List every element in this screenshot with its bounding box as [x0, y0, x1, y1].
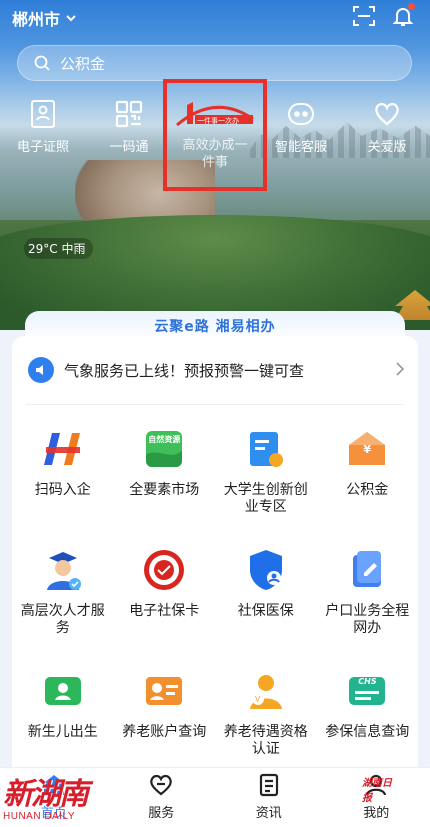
nav-label: 资讯	[255, 806, 282, 821]
nav-news[interactable]: 资讯	[215, 768, 323, 827]
city-label: 郴州市	[12, 10, 61, 29]
service-label: 养老待遇资格认证	[223, 724, 308, 757]
service-student-startup[interactable]: 大学生创新创业专区	[215, 426, 317, 547]
service-all-factor-market[interactable]: 自然资源 全要素市场	[114, 426, 216, 547]
social-security-card-icon	[141, 547, 187, 593]
service-housing-fund[interactable]: ¥ 公积金	[317, 426, 419, 547]
badge-text: 自然资源	[148, 435, 181, 444]
pension-qualification-icon: V	[243, 668, 289, 714]
service-icon	[148, 772, 174, 798]
talent-icon	[40, 547, 86, 593]
pension-account-icon	[141, 668, 187, 714]
badge-text: ¥	[363, 443, 372, 456]
notice-text: 气象服务已上线！预报预警一键可查	[64, 361, 305, 380]
insurance-info-icon: CHS	[344, 668, 390, 714]
service-label: 电子社保卡	[129, 603, 200, 619]
service-label: 大学生创新创业专区	[223, 482, 308, 515]
service-label: 养老账户查询	[122, 724, 207, 740]
nav-label: 首页	[40, 806, 67, 821]
bottom-nav: 首页 服务 资讯 我的	[0, 767, 430, 827]
nav-label: 我的	[363, 806, 390, 821]
quick-item-label: 电子证照	[16, 140, 69, 155]
search-placeholder: 公积金	[60, 54, 106, 73]
service-label: 新生儿出生	[27, 724, 98, 740]
startup-icon	[243, 426, 289, 472]
city-selector[interactable]: 郴州市	[12, 6, 76, 30]
svg-text:V: V	[255, 695, 261, 704]
quick-item-e-license[interactable]: 电子证照	[0, 93, 86, 183]
service-label: 社保医保	[237, 603, 294, 619]
nav-home[interactable]: 首页	[0, 768, 108, 827]
scan-icon[interactable]	[353, 6, 375, 26]
service-label: 参保信息查询	[325, 724, 410, 740]
news-icon	[256, 772, 282, 798]
service-medical-insurance[interactable]: 社保医保	[215, 547, 317, 668]
service-label: 高层次人才服务	[20, 603, 105, 636]
medical-insurance-icon	[243, 547, 289, 593]
search-icon	[34, 55, 50, 71]
quick-item-smart-service[interactable]: 智能客服	[258, 93, 344, 183]
id-card-icon	[26, 97, 60, 131]
heart-icon	[370, 97, 404, 131]
services-card: 气象服务已上线！预报预警一键可查 扫码入企 自然资源 全要素市场 大学生创新创业…	[12, 336, 418, 776]
speaker-icon	[28, 357, 54, 383]
badge-text: CHS	[358, 677, 377, 686]
search-bar[interactable]: 公积金	[17, 45, 412, 81]
quick-item-label: 智能客服	[274, 140, 327, 155]
nav-service[interactable]: 服务	[108, 768, 216, 827]
home-icon	[41, 772, 67, 798]
chevron-right-icon	[396, 361, 405, 380]
service-talent[interactable]: 高层次人才服务	[12, 547, 114, 668]
one-thing-logo-icon: 一件事一次办	[173, 99, 257, 129]
quick-access-bar: 电子证照 一码通 一件事一次办 高效办成一件事 智能客服 关爱版	[0, 93, 430, 183]
nav-label: 服务	[148, 806, 175, 821]
service-e-social-card[interactable]: 电子社保卡	[114, 547, 216, 668]
service-scan-enterprise[interactable]: 扫码入企	[12, 426, 114, 547]
housing-fund-icon: ¥	[344, 426, 390, 472]
qr-code-icon	[112, 97, 146, 131]
quick-item-one-code[interactable]: 一码通	[86, 93, 172, 183]
scan-enterprise-icon	[40, 426, 86, 472]
service-grid: 扫码入企 自然资源 全要素市场 大学生创新创业专区 ¥ 公积金 高层次人才服务 …	[12, 426, 418, 789]
chevron-down-icon	[66, 14, 76, 25]
robot-icon	[284, 97, 318, 131]
service-label: 扫码入企	[34, 482, 91, 498]
weather-label: 29°C 中雨	[24, 238, 94, 259]
quick-item-one-thing[interactable]: 一件事一次办 高效办成一件事	[172, 93, 258, 183]
profile-icon	[363, 772, 389, 798]
one-thing-logo-text: 一件事一次办	[197, 117, 239, 125]
quick-item-label: 关爱版	[367, 140, 407, 155]
divider	[26, 404, 404, 405]
nav-profile[interactable]: 我的	[323, 768, 430, 827]
notification-dot	[408, 3, 415, 10]
service-label: 全要素市场	[129, 482, 200, 498]
household-registration-icon	[344, 547, 390, 593]
service-household-registration[interactable]: 户口业务全程网办	[317, 547, 419, 668]
quick-item-label: 一码通	[109, 140, 149, 155]
service-label: 户口业务全程网办	[325, 603, 410, 636]
notice-bar[interactable]: 气象服务已上线！预报预警一键可查	[28, 352, 405, 388]
service-label: 公积金	[346, 482, 389, 498]
quick-item-label: 高效办成一件事	[182, 138, 248, 170]
quick-item-care-version[interactable]: 关爱版	[344, 93, 430, 183]
newborn-icon	[40, 668, 86, 714]
natural-resources-icon: 自然资源	[141, 426, 187, 472]
